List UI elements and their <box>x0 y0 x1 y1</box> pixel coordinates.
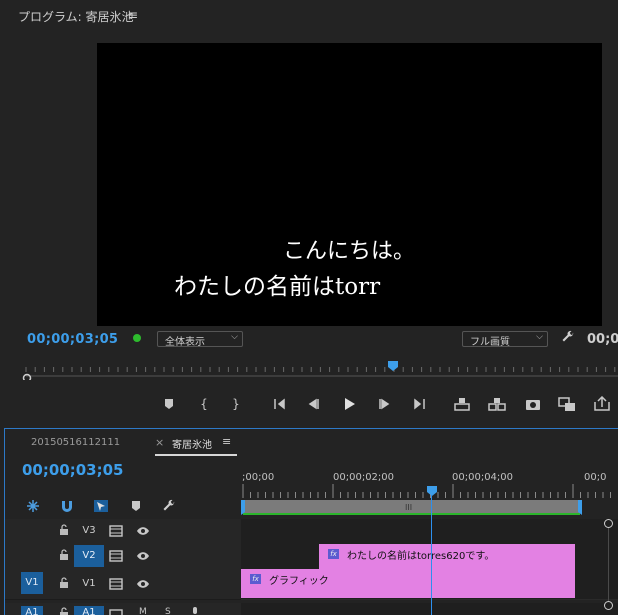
track-target-v2[interactable]: V2 <box>74 545 104 567</box>
solo-button[interactable]: S <box>165 607 171 615</box>
caption-line-1: こんにちは。 <box>283 239 416 264</box>
source-patch-a1[interactable]: A1 <box>21 606 43 615</box>
lock-icon[interactable] <box>59 577 69 589</box>
program-video-frame[interactable]: こんにちは。 わたしの名前はtorr <box>97 43 602 326</box>
nest-sequence-icon[interactable] <box>25 499 41 513</box>
lock-icon[interactable] <box>59 549 69 561</box>
clip-caption[interactable]: fx わたしの名前はtorres620です。 <box>319 544 575 569</box>
track-header-v3[interactable]: V3 <box>5 519 241 545</box>
track-target-a1[interactable]: A1 <box>74 606 104 615</box>
eye-visibility-icon[interactable] <box>136 525 150 537</box>
source-patch-label: A1 <box>25 607 39 615</box>
work-area-out-handle[interactable] <box>577 500 583 516</box>
track-header-v1[interactable]: V1 V1 <box>5 569 241 600</box>
vertical-zoom-handle-top[interactable] <box>604 519 613 528</box>
transport-controls: { } <box>160 396 618 414</box>
toggle-sync-lock-icon[interactable] <box>109 550 123 562</box>
track-lane-a1[interactable] <box>241 603 618 615</box>
timeline-playhead-icon[interactable] <box>426 485 438 497</box>
playhead-line <box>431 495 432 615</box>
panel-menu-icon[interactable]: ≡ <box>222 435 231 448</box>
toggle-sync-lock-icon[interactable] <box>109 578 123 590</box>
mark-in-icon[interactable]: { <box>195 396 213 412</box>
toggle-sync-lock-icon[interactable] <box>109 609 123 615</box>
tab-close-icon[interactable]: × <box>155 436 164 449</box>
work-area-grip[interactable]: III <box>405 503 412 512</box>
program-monitor-title[interactable]: プログラム: 寄居氷池 <box>18 8 134 25</box>
go-to-in-icon[interactable] <box>272 396 290 412</box>
extract-icon[interactable] <box>488 396 506 412</box>
ruler-label-0: ;00;00 <box>242 472 275 483</box>
ruler-label-3: 00;0 <box>584 472 607 483</box>
chevron-down-icon: ⌵ <box>536 332 543 342</box>
fx-badge: fx <box>250 574 261 584</box>
duration-timecode: 00;00 <box>587 332 618 347</box>
zoom-fit-select[interactable]: 全体表示 ⌵ <box>157 331 243 348</box>
wrench-settings-icon[interactable] <box>561 330 575 344</box>
mute-button[interactable]: M <box>139 607 147 615</box>
track-lane-v3[interactable] <box>241 519 618 545</box>
zoom-fit-value: 全体表示 <box>165 337 205 348</box>
lock-icon[interactable] <box>59 524 69 536</box>
ruler-label-2: 00;00;04;00 <box>452 472 514 483</box>
vertical-zoom-track[interactable] <box>608 528 609 601</box>
program-scrub-ruler[interactable] <box>20 362 618 380</box>
clip-label: グラフィック <box>269 576 329 587</box>
fx-badge: fx <box>328 549 339 559</box>
eye-visibility-icon[interactable] <box>136 550 150 562</box>
playback-quality-value: フル画質 <box>470 337 510 348</box>
track-header-a1[interactable]: A1 A1 M S <box>5 603 241 615</box>
toggle-sync-lock-icon[interactable] <box>109 525 123 537</box>
clip-graphic[interactable]: fx グラフィック <box>241 569 575 598</box>
add-marker-icon[interactable] <box>130 499 142 513</box>
lift-icon[interactable] <box>453 396 471 412</box>
tab-sequence-20150516112111[interactable]: 20150516112111 <box>31 437 120 448</box>
panel-menu-icon[interactable]: ≡ <box>128 8 138 22</box>
export-frame-icon[interactable] <box>524 396 542 412</box>
status-dot-icon <box>133 334 141 342</box>
mark-out-icon[interactable]: } <box>227 396 245 412</box>
source-patch-label: V1 <box>25 577 39 588</box>
playback-quality-select[interactable]: フル画質 ⌵ <box>462 331 548 348</box>
play-icon[interactable] <box>340 396 358 412</box>
linked-selection-icon[interactable] <box>93 499 109 513</box>
source-patch-v1[interactable]: V1 <box>21 572 43 594</box>
active-tab-indicator <box>155 454 237 456</box>
export-icon[interactable] <box>593 396 611 412</box>
track-target-v3[interactable]: V3 <box>74 520 104 542</box>
render-status-bar <box>243 513 580 515</box>
chevron-down-icon: ⌵ <box>231 332 238 342</box>
eye-visibility-icon[interactable] <box>136 578 150 590</box>
add-marker-icon[interactable] <box>160 396 178 412</box>
vertical-zoom-handle-bottom[interactable] <box>604 601 613 610</box>
timeline-timecode[interactable]: 00;00;03;05 <box>22 461 124 479</box>
timeline-settings-wrench-icon[interactable] <box>162 499 176 513</box>
step-back-icon[interactable] <box>306 396 324 412</box>
tab-sequence-active[interactable]: 寄居氷池 <box>172 436 212 451</box>
caption-line-2: わたしの名前はtorr <box>174 274 381 300</box>
go-to-out-icon[interactable] <box>410 396 428 412</box>
track-target-v1[interactable]: V1 <box>74 573 104 595</box>
track-header-v2[interactable]: V2 <box>5 544 241 570</box>
work-area-in-handle[interactable] <box>240 500 246 516</box>
clip-label: わたしの名前はtorres620です。 <box>347 551 495 562</box>
voiceover-mic-icon[interactable] <box>191 607 199 615</box>
lock-icon[interactable] <box>59 607 69 615</box>
ruler-label-1: 00;00;02;00 <box>333 472 395 483</box>
button-editor-icon[interactable] <box>558 396 576 412</box>
step-forward-icon[interactable] <box>375 396 393 412</box>
playhead-timecode[interactable]: 00;00;03;05 <box>27 332 118 347</box>
program-playhead-icon[interactable] <box>387 360 399 372</box>
snap-magnet-icon[interactable] <box>59 499 75 513</box>
